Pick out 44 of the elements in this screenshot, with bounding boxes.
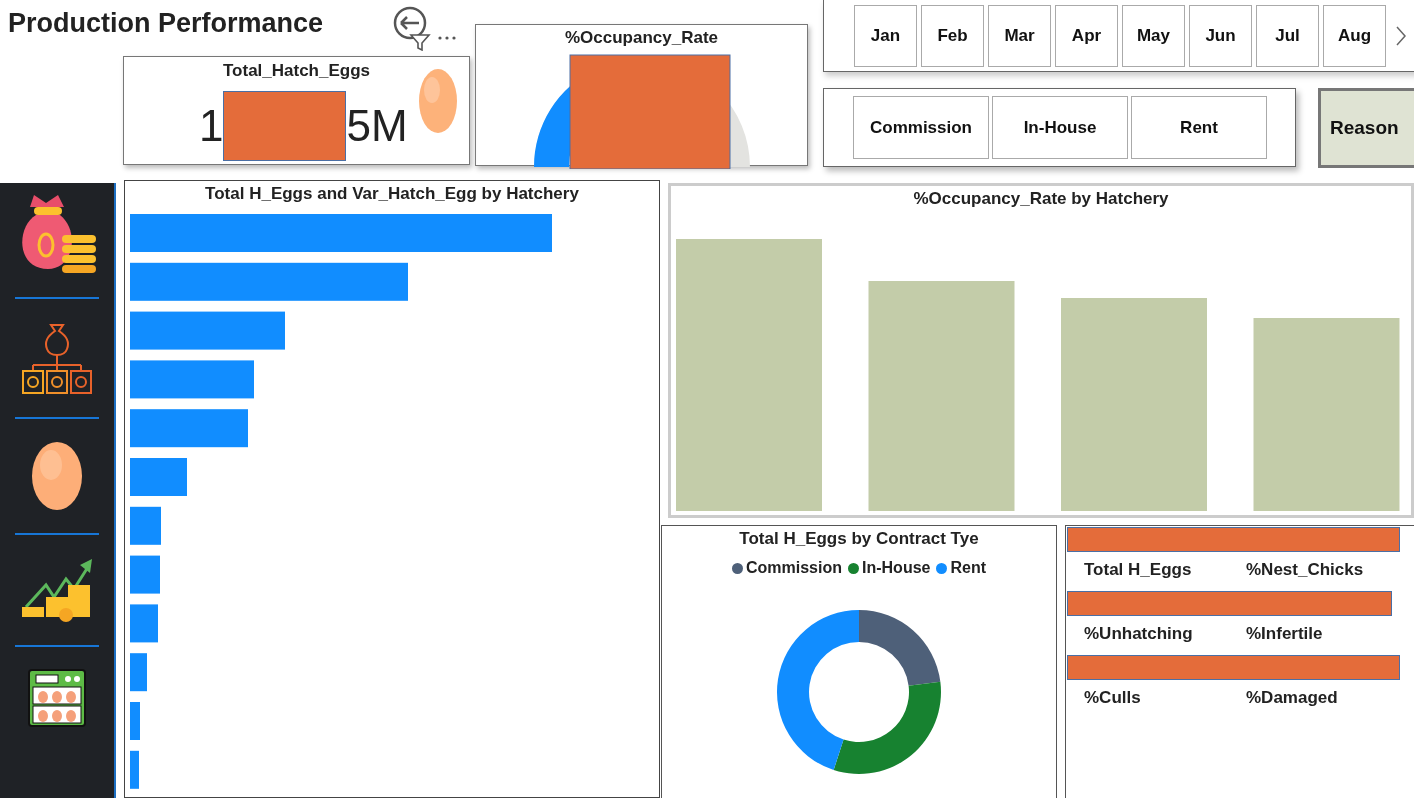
bar: [130, 653, 147, 692]
contract-button[interactable]: In-House: [992, 96, 1128, 159]
month-button[interactable]: Apr: [1055, 4, 1118, 67]
month-button[interactable]: Aug: [1323, 4, 1386, 67]
month-button[interactable]: Jul: [1256, 4, 1319, 67]
chevron-right-icon[interactable]: [1396, 25, 1406, 46]
bar: [130, 506, 161, 545]
bar: [130, 702, 140, 740]
bar: [130, 604, 158, 643]
egg-icon[interactable]: [31, 441, 83, 511]
month-button[interactable]: Jan: [854, 4, 917, 67]
page-title: Production Performance: [7, 7, 325, 39]
contract-button[interactable]: Rent: [1131, 96, 1267, 159]
month-button[interactable]: May: [1122, 4, 1185, 67]
chart-title: Total H_Eggs by Contract Tye: [739, 529, 979, 549]
bar: [130, 458, 187, 496]
legend-label: In-House: [862, 559, 931, 577]
legend-label: Commission: [746, 559, 842, 577]
card-label: %Unhatching: [1084, 624, 1194, 644]
chart-title: %Occupancy_Rate by Hatchery: [912, 189, 1170, 209]
hierarchy-icon[interactable]: [21, 321, 93, 395]
gauge-title: %Occupancy_Rate: [563, 28, 720, 49]
kpi-value: 1: [199, 101, 224, 151]
growth-coins-icon[interactable]: [20, 557, 94, 623]
contract-button[interactable]: Commission: [853, 96, 989, 159]
egg-icon: [418, 68, 458, 134]
legend-label: Rent: [950, 559, 986, 577]
bar: [130, 750, 139, 789]
month-button[interactable]: Mar: [988, 4, 1051, 67]
card-label: %Nest_Chicks: [1246, 560, 1365, 580]
reason-button[interactable]: Reason: [1318, 88, 1414, 168]
kpi-title: Total_Hatch_Eggs: [221, 61, 372, 81]
kpi-value: 5M: [346, 101, 408, 151]
card-label: %Damaged: [1246, 688, 1339, 708]
card-label: %Infertile: [1246, 624, 1324, 644]
month-button[interactable]: Jun: [1189, 4, 1252, 67]
bar: [130, 555, 160, 594]
card-label: %Culls: [1084, 688, 1142, 708]
more-options-icon[interactable]: [437, 35, 457, 41]
card-label: Total H_Eggs: [1084, 560, 1193, 580]
incubator-icon[interactable]: [28, 669, 86, 729]
back-filter-icon[interactable]: [393, 5, 433, 51]
chart-title: Total H_Eggs and Var_Hatch_Egg by Hatchery: [204, 184, 580, 204]
month-button[interactable]: Feb: [921, 4, 984, 67]
